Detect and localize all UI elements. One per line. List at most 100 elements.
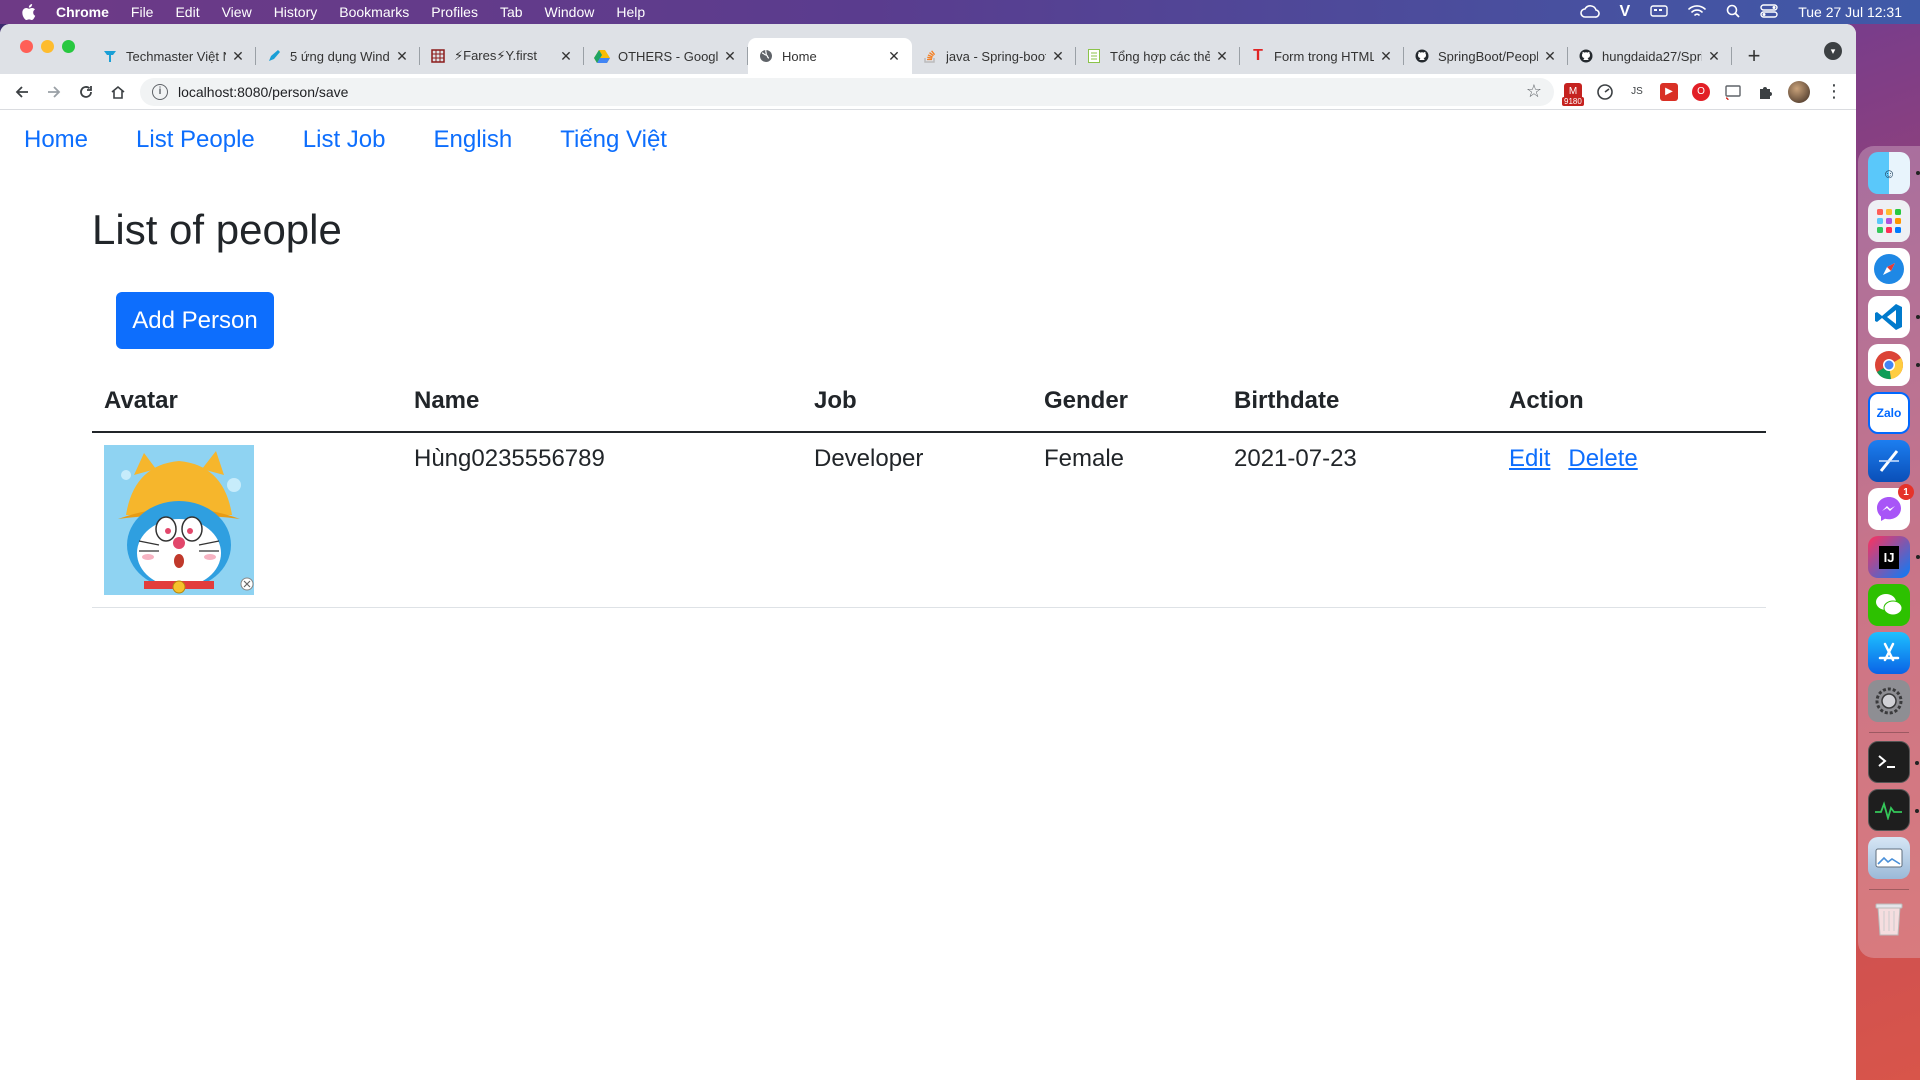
messenger-icon[interactable]: 1: [1868, 484, 1914, 530]
app-menu-chrome[interactable]: Chrome: [56, 4, 109, 20]
menu-edit[interactable]: Edit: [175, 4, 199, 20]
tab-title: SpringBoot/People: [1438, 48, 1538, 64]
close-tab-icon[interactable]: ✕: [886, 48, 902, 65]
app-store-icon[interactable]: [1868, 632, 1910, 674]
tab-windows-apps[interactable]: 5 ứng dụng Windows ✕: [256, 38, 420, 74]
nav-list-people-link[interactable]: List People: [136, 126, 255, 154]
tab-techmaster[interactable]: Techmaster Việt Nam ✕: [92, 38, 256, 74]
close-tab-icon[interactable]: ✕: [1542, 48, 1558, 65]
js-extension-icon[interactable]: JS: [1628, 83, 1646, 101]
nav-list-job-link[interactable]: List Job: [303, 126, 386, 154]
close-tab-icon[interactable]: ✕: [394, 48, 410, 65]
add-person-button[interactable]: Add Person: [116, 292, 274, 349]
tab-github-springboot[interactable]: SpringBoot/People ✕: [1404, 38, 1568, 74]
wifi-icon[interactable]: [1688, 4, 1707, 21]
avatar-image[interactable]: [104, 445, 254, 595]
tab-home-active[interactable]: Home ✕: [748, 38, 912, 74]
keyboard-icon[interactable]: [1650, 4, 1668, 21]
tab-title: Tổng hợp các thẻ: [1110, 48, 1210, 64]
speed-extension-icon[interactable]: [1596, 83, 1614, 101]
intellij-icon[interactable]: IJ: [1868, 536, 1920, 578]
close-tab-icon[interactable]: ✕: [1214, 48, 1230, 65]
preview-screenshot-icon[interactable]: [1868, 837, 1910, 879]
tab-title: OTHERS - Google Drive: [618, 48, 718, 64]
extensions-area: M 9180 JS ▶ O ⋮: [1562, 80, 1844, 106]
close-tab-icon[interactable]: ✕: [722, 48, 738, 65]
home-button[interactable]: [102, 76, 134, 108]
tab-html-tags[interactable]: Tổng hợp các thẻ ✕: [1076, 38, 1240, 74]
header-job: Job: [802, 370, 1032, 433]
finder-icon[interactable]: ☺: [1868, 152, 1920, 194]
site-info-icon[interactable]: i: [152, 83, 168, 100]
new-tab-button[interactable]: +: [1738, 38, 1770, 74]
tab-html-form[interactable]: T Form trong HTML ✕: [1240, 38, 1404, 74]
nav-vietnamese-link[interactable]: Tiếng Việt: [560, 126, 667, 154]
apple-menu-icon[interactable]: [18, 1, 40, 23]
safari-icon[interactable]: [1868, 248, 1910, 290]
cast-extension-icon[interactable]: [1724, 83, 1742, 101]
stackoverflow-icon: [922, 48, 938, 64]
menu-tab[interactable]: Tab: [500, 4, 523, 20]
tab-github-hungdaida[interactable]: hungdaida27/Spring ✕: [1568, 38, 1732, 74]
opera-extension-icon[interactable]: O: [1692, 82, 1710, 101]
delete-link[interactable]: Delete: [1568, 445, 1637, 472]
dock-separator: [1869, 889, 1909, 890]
creative-cloud-icon[interactable]: [1579, 4, 1600, 21]
close-tab-icon[interactable]: ✕: [1378, 48, 1394, 65]
control-center-icon[interactable]: [1760, 3, 1778, 21]
minimize-window-button[interactable]: [41, 40, 54, 53]
vscode-icon[interactable]: [1868, 296, 1920, 338]
header-avatar: Avatar: [92, 370, 402, 433]
menu-view[interactable]: View: [222, 4, 252, 20]
running-indicator: [1916, 171, 1920, 175]
video-extension-icon[interactable]: ▶: [1660, 82, 1678, 101]
tab-title: Form trong HTML: [1274, 48, 1374, 64]
edit-link[interactable]: Edit: [1509, 445, 1550, 472]
tab-fares[interactable]: ⚡Fares⚡Y.first ✕: [420, 38, 584, 74]
close-window-button[interactable]: [20, 40, 33, 53]
chrome-menu-icon[interactable]: ⋮: [1824, 81, 1844, 102]
v-app-icon[interactable]: V: [1620, 3, 1631, 21]
menu-help[interactable]: Help: [616, 4, 645, 20]
menu-profiles[interactable]: Profiles: [431, 4, 478, 20]
grid-icon: [430, 48, 446, 64]
close-tab-icon[interactable]: ✕: [1050, 48, 1066, 65]
xcode-icon[interactable]: [1868, 440, 1910, 482]
globe-icon: [758, 48, 774, 64]
back-button[interactable]: [6, 76, 38, 108]
menu-file[interactable]: File: [131, 4, 154, 20]
forward-button[interactable]: [38, 76, 70, 108]
tab-google-drive[interactable]: OTHERS - Google Drive ✕: [584, 38, 748, 74]
doc-icon: [1086, 48, 1102, 64]
address-bar[interactable]: i localhost:8080/person/save ☆: [140, 77, 1554, 106]
wechat-icon[interactable]: [1868, 584, 1910, 626]
zalo-icon[interactable]: Zalo: [1868, 392, 1910, 434]
puzzle-extensions-icon[interactable]: [1756, 83, 1774, 101]
close-tab-icon[interactable]: ✕: [230, 48, 246, 65]
tabs: Techmaster Việt Nam ✕ 5 ứng dụng Windows…: [92, 38, 1770, 74]
close-tab-icon[interactable]: ✕: [1706, 48, 1722, 65]
menu-bookmarks[interactable]: Bookmarks: [339, 4, 409, 20]
system-preferences-icon[interactable]: [1868, 680, 1910, 722]
tab-stackoverflow[interactable]: java - Spring-boot ✕: [912, 38, 1076, 74]
close-tab-icon[interactable]: ✕: [558, 48, 574, 65]
spotlight-search-icon[interactable]: [1726, 4, 1740, 21]
reload-button[interactable]: [70, 76, 102, 108]
chrome-icon[interactable]: [1868, 344, 1920, 386]
profile-avatar[interactable]: [1788, 80, 1810, 103]
activity-monitor-icon[interactable]: [1868, 789, 1919, 831]
menubar-clock[interactable]: Tue 27 Jul 12:31: [1798, 4, 1902, 20]
tab-search-icon[interactable]: ▾: [1824, 42, 1842, 60]
bookmark-star-icon[interactable]: ☆: [1526, 81, 1542, 102]
nav-english-link[interactable]: English: [434, 126, 513, 154]
github-icon: [1578, 48, 1594, 64]
menu-history[interactable]: History: [274, 4, 318, 20]
menu-window[interactable]: Window: [545, 4, 595, 20]
nav-home-link[interactable]: Home: [24, 126, 88, 154]
zoom-window-button[interactable]: [62, 40, 75, 53]
gmail-checker-extension-icon[interactable]: M 9180: [1562, 82, 1584, 106]
terminal-icon[interactable]: [1868, 741, 1919, 783]
trash-icon[interactable]: [1868, 898, 1910, 940]
running-indicator: [1916, 555, 1920, 559]
launchpad-icon[interactable]: [1868, 200, 1910, 242]
